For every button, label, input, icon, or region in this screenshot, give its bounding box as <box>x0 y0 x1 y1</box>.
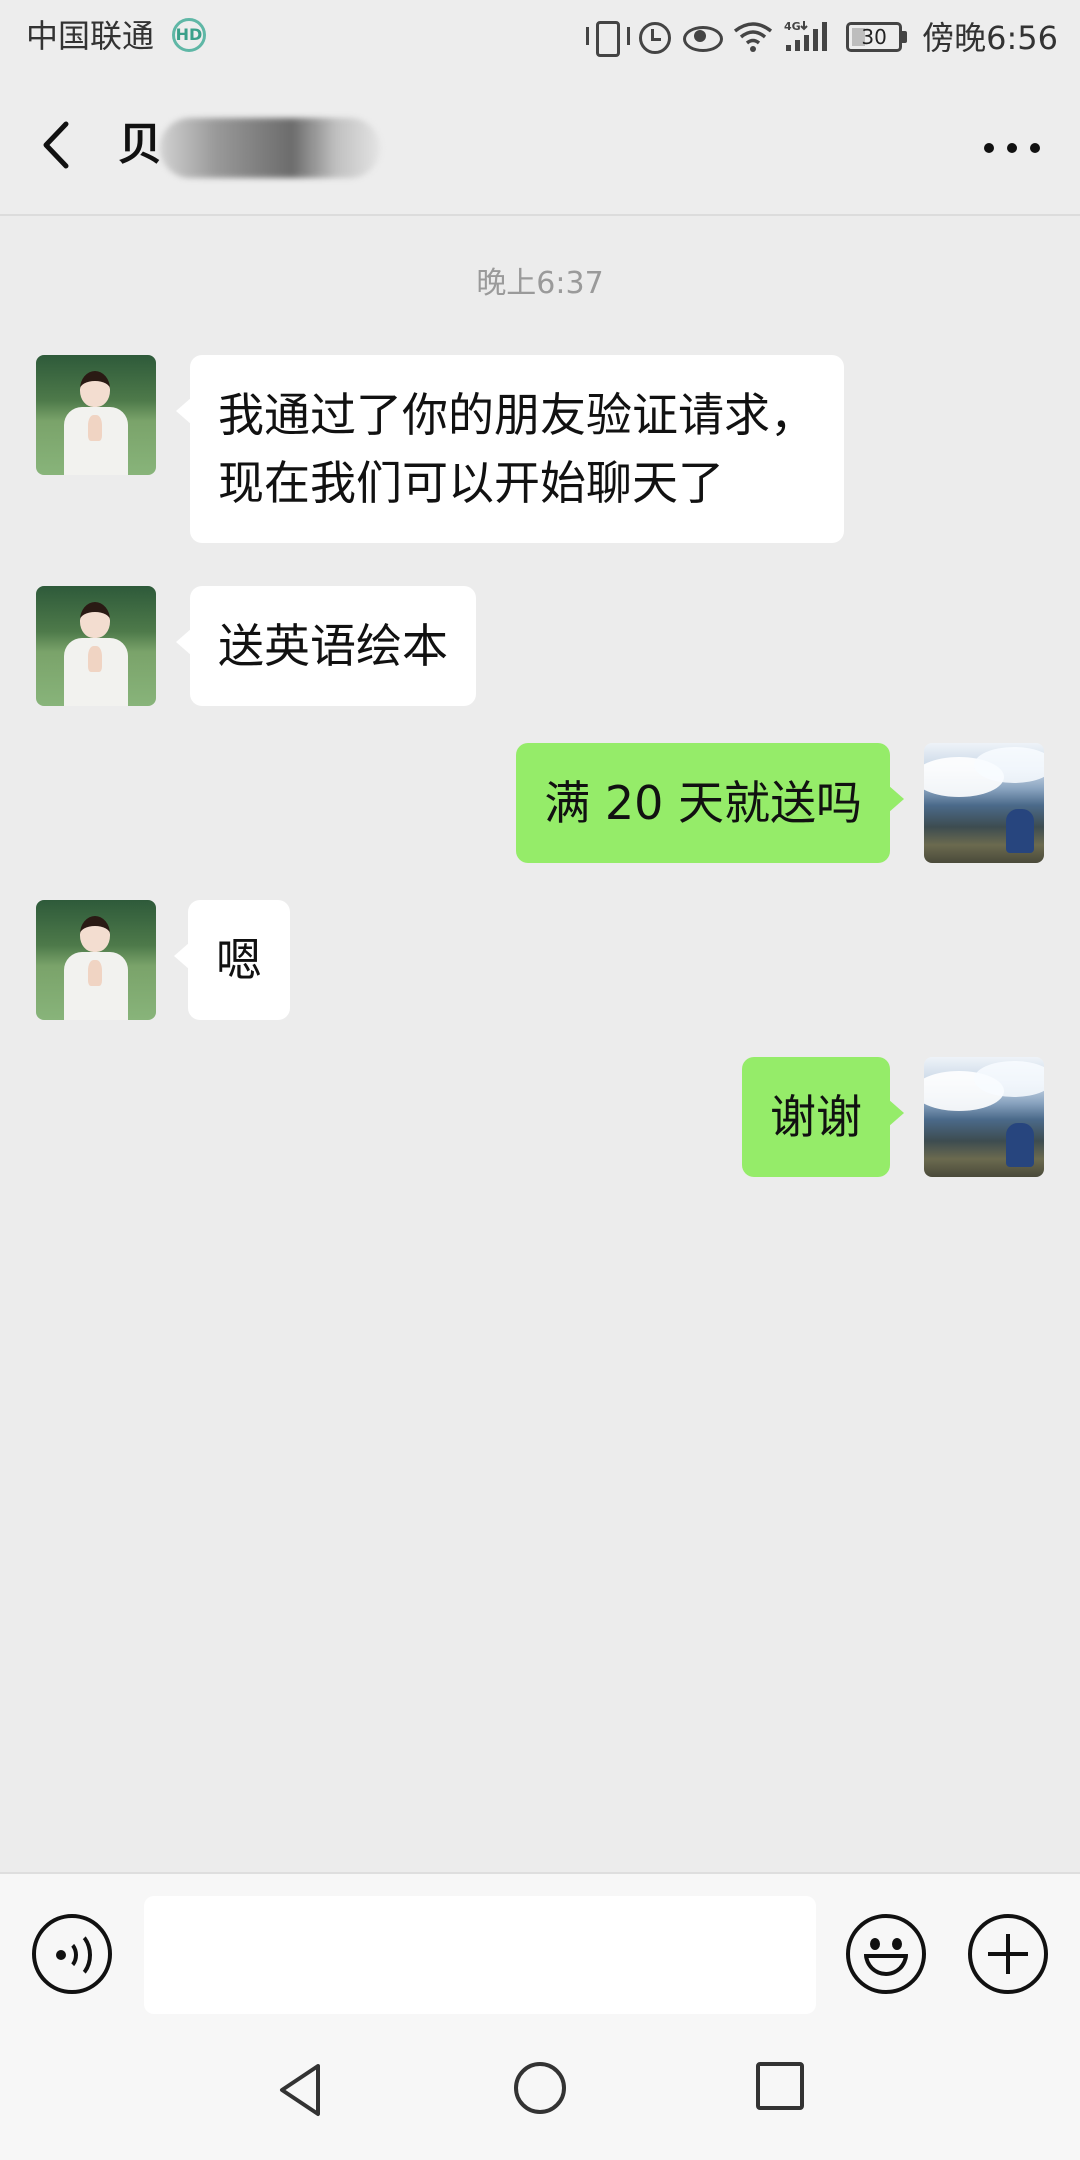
chat-header: 贝 <box>0 74 1080 216</box>
eye-comfort-icon <box>682 19 724 53</box>
message-bubble-incoming[interactable]: 送英语绘本 <box>176 586 476 706</box>
message-text: 满 20 天就送吗 <box>544 776 862 830</box>
message-text: 谢谢 <box>770 1090 862 1144</box>
back-triangle-icon <box>280 2064 320 2116</box>
message-bubble-incoming[interactable]: 我通过了你的朋友验证请求， 现在我们可以开始聊天了 <box>176 355 844 543</box>
chevron-left-icon <box>43 121 69 169</box>
message-bubble-incoming[interactable]: 嗯 <box>174 900 290 1020</box>
vibrate-icon <box>586 19 631 57</box>
contact-avatar[interactable] <box>36 586 156 706</box>
clock: 傍晚6:56 <box>922 19 1058 57</box>
signal-4g-icon: 4G <box>784 19 836 53</box>
message-bubble-outgoing[interactable]: 谢谢 <box>742 1057 904 1177</box>
svg-text:4G: 4G <box>784 20 801 33</box>
system-navigation-bar <box>0 2022 1080 2160</box>
wifi-icon <box>732 19 774 53</box>
alarm-icon <box>636 19 672 54</box>
contact-avatar[interactable] <box>36 355 156 475</box>
carrier-hd-icon: HD <box>172 18 206 52</box>
message-bubble-outgoing[interactable]: 满 20 天就送吗 <box>516 743 904 863</box>
message-text: 我通过了你的朋友验证请求， <box>218 388 816 442</box>
system-back-button[interactable] <box>270 2058 334 2122</box>
status-icons: 4G 30 傍晚6:56 <box>586 14 1058 58</box>
more-dots-icon <box>984 143 994 153</box>
more-functions-button[interactable] <box>968 1914 1048 1994</box>
system-home-button[interactable] <box>514 2062 566 2114</box>
voice-input-button[interactable] <box>32 1914 112 1994</box>
redacted-name <box>160 118 380 178</box>
input-bar <box>0 1872 1080 2022</box>
my-avatar[interactable] <box>924 1057 1044 1177</box>
carrier-name: 中国联通 <box>26 17 155 55</box>
message-text: 送英语绘本 <box>218 619 448 673</box>
message-list[interactable]: 晚上6:37 我通过了你的朋友验证请求， 现在我们可以开始聊天了 送英语绘本 满… <box>0 218 1080 1872</box>
status-bar: 中国联通 HD 4G 30 傍晚6:56 <box>0 0 1080 74</box>
emoji-button[interactable] <box>846 1914 926 1994</box>
battery-percent: 30 <box>861 25 887 49</box>
message-input[interactable] <box>144 1896 816 2014</box>
more-button[interactable] <box>984 128 1040 168</box>
message-timestamp: 晚上6:37 <box>476 266 604 301</box>
contact-avatar[interactable] <box>36 900 156 1020</box>
back-button[interactable] <box>30 110 90 180</box>
message-text: 嗯 <box>216 933 262 987</box>
battery-icon: 30 <box>846 19 908 53</box>
message-text: 现在我们可以开始聊天了 <box>218 456 724 510</box>
system-recent-apps-button[interactable] <box>756 2062 804 2110</box>
my-avatar[interactable] <box>924 743 1044 863</box>
contact-name[interactable]: 贝 <box>118 114 162 176</box>
